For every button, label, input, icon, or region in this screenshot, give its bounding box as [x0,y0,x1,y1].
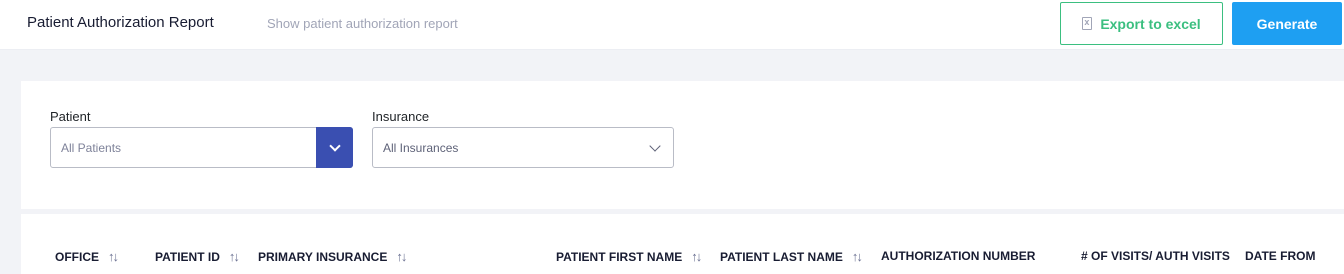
chevron-down-icon [649,140,661,152]
export-to-excel-button[interactable]: Export to excel [1060,2,1223,45]
generate-button[interactable]: Generate [1232,2,1342,45]
column-header-visits: # OF VISITS/ AUTH VISITS [1081,249,1230,263]
insurance-select-value: All Insurances [383,140,459,155]
sort-arrows-icon[interactable]: ↑↓ [108,249,119,264]
top-bar: Patient Authorization Report Show patien… [0,0,1344,50]
excel-file-icon [1082,17,1093,30]
patient-label: Patient [50,109,91,124]
export-button-label: Export to excel [1100,15,1201,32]
sort-arrows-icon[interactable]: ↑↓ [396,249,407,264]
column-header-date-from: DATE FROM [1245,249,1316,263]
insurance-label: Insurance [372,109,430,124]
patient-dropdown-button[interactable] [316,127,353,168]
column-header-primary-insurance[interactable]: PRIMARY INSURANCE ↑↓ [258,249,407,264]
column-header-patient-id[interactable]: PATIENT ID ↑↓ [155,249,240,264]
patient-select[interactable]: All Patients [50,127,353,168]
sort-arrows-icon[interactable]: ↑↓ [229,249,240,264]
patient-select-value: All Patients [61,140,122,155]
page-subtitle: Show patient authorization report [267,16,458,31]
chevron-down-icon [328,139,341,152]
filter-panel: Patient All Patients Insurance All Insur… [21,81,1344,209]
column-header-office[interactable]: OFFICE ↑↓ [55,249,119,264]
page-title: Patient Authorization Report [27,14,214,31]
column-header-patient-last-name[interactable]: PATIENT LAST NAME ↑↓ [720,249,863,264]
column-header-authorization-number: AUTHORIZATION NUMBER [881,249,1036,263]
sort-arrows-icon[interactable]: ↑↓ [852,249,863,264]
insurance-select[interactable]: All Insurances [372,127,674,168]
column-header-patient-first-name[interactable]: PATIENT FIRST NAME ↑↓ [556,249,702,264]
sort-arrows-icon[interactable]: ↑↓ [691,249,702,264]
report-table: OFFICE ↑↓ PATIENT ID ↑↓ PRIMARY INSURANCE ↑… [21,214,1344,274]
